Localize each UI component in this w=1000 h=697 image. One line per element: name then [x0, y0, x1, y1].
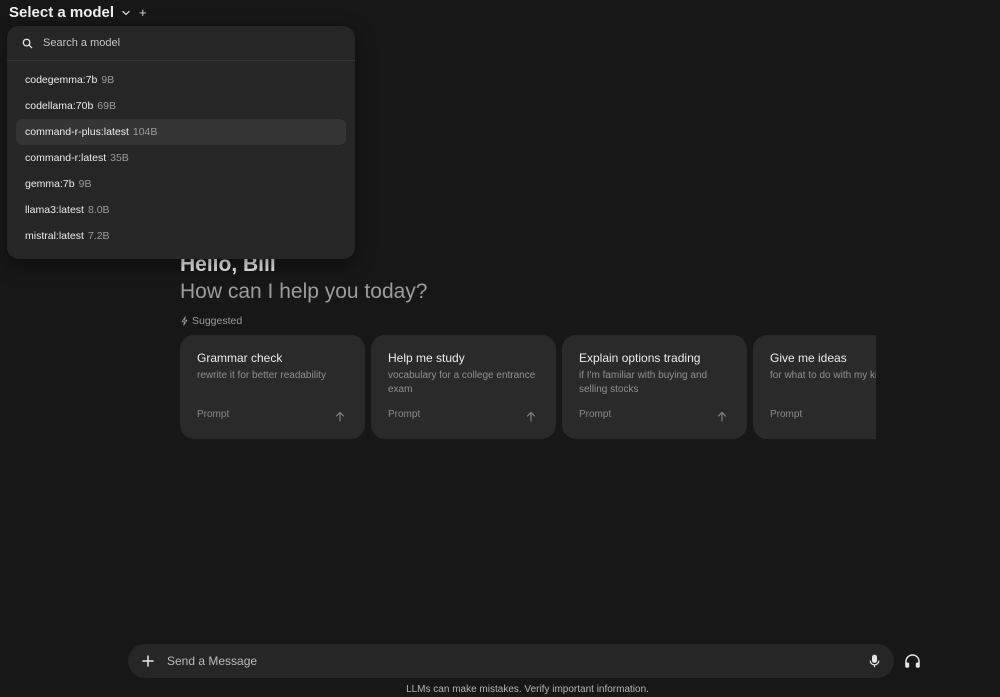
model-search: [7, 26, 355, 61]
message-input[interactable]: [165, 653, 869, 669]
model-option-size: 9B: [101, 74, 115, 86]
suggestion-card[interactable]: Explain options trading if I'm familiar …: [562, 335, 747, 439]
suggestion-card-prompt-label: Prompt: [770, 409, 803, 420]
search-icon: [22, 38, 33, 49]
bolt-icon: [180, 316, 189, 326]
model-option-name: command-r-plus:latest: [25, 126, 129, 138]
disclaimer-text: LLMs can make mistakes. Verify important…: [406, 684, 649, 695]
model-option[interactable]: command-r:latest 35B: [16, 145, 346, 171]
model-selector[interactable]: Select a model +: [9, 4, 147, 21]
suggestion-card[interactable]: Help me study vocabulary for a college e…: [371, 335, 556, 439]
suggestion-card-prompt-label: Prompt: [388, 409, 421, 420]
model-option-size: 35B: [110, 152, 129, 164]
suggestion-card-description: rewrite it for better readability: [197, 370, 326, 381]
chevron-down-icon[interactable]: [121, 8, 131, 18]
suggestion-card-title: Give me ideas: [770, 351, 847, 365]
message-composer: [128, 644, 894, 678]
model-selector-title[interactable]: Select a model: [9, 4, 114, 21]
model-option[interactable]: mistral:latest 7.2B: [16, 223, 346, 249]
suggestion-card[interactable]: Grammar check rewrite it for better read…: [180, 335, 365, 439]
suggestion-card-title: Grammar check: [197, 351, 283, 365]
model-option-name: codegemma:7b: [25, 74, 98, 86]
suggestion-card-description: for what to do with my kids' art: [770, 370, 876, 381]
model-option-size: 7.2B: [87, 230, 110, 242]
greeting: Hello, Bill How can I help you today?: [180, 252, 428, 305]
model-option-size: 8.0B: [87, 204, 110, 216]
greeting-subtitle: How can I help you today?: [180, 280, 428, 303]
model-option-highlighted[interactable]: command-r-plus:latest 104B: [16, 119, 346, 145]
plus-icon[interactable]: [141, 654, 155, 668]
model-option-name: codellama:70b: [25, 100, 94, 112]
add-model-button[interactable]: +: [139, 6, 147, 19]
model-option-size: 9B: [78, 178, 92, 190]
model-option[interactable]: codellama:70b 69B: [16, 93, 346, 119]
model-option-size: 69B: [97, 100, 116, 112]
suggestion-card-prompt-label: Prompt: [579, 409, 612, 420]
suggestion-card-prompt-label: Prompt: [197, 409, 230, 420]
model-search-input[interactable]: [41, 36, 335, 50]
suggestion-card-title: Help me study: [388, 351, 465, 365]
headphones-icon[interactable]: [904, 653, 921, 669]
model-option-name: command-r:latest: [25, 152, 107, 164]
model-option-size: 104B: [132, 126, 158, 138]
arrow-up-icon: [526, 409, 536, 427]
model-option-name: llama3:latest: [25, 204, 84, 216]
arrow-up-icon: [717, 409, 727, 427]
suggestion-card[interactable]: Give me ideas for what to do with my kid…: [753, 335, 876, 439]
suggested-label-text: Suggested: [192, 315, 243, 327]
model-option-name: mistral:latest: [25, 230, 84, 242]
model-list: codegemma:7b 9B codellama:70b 69B comman…: [7, 61, 355, 249]
model-dropdown: codegemma:7b 9B codellama:70b 69B comman…: [7, 26, 355, 259]
model-option-name: gemma:7b: [25, 178, 75, 190]
suggestion-card-description: vocabulary for a college entrance exam: [388, 370, 536, 395]
suggestion-card-title: Explain options trading: [579, 351, 701, 365]
model-option[interactable]: llama3:latest 8.0B: [16, 197, 346, 223]
suggestion-cards: Grammar check rewrite it for better read…: [180, 335, 876, 439]
microphone-icon[interactable]: [869, 654, 880, 668]
model-option[interactable]: codegemma:7b 9B: [16, 67, 346, 93]
suggested-label: Suggested: [180, 315, 242, 327]
model-option[interactable]: gemma:7b 9B: [16, 171, 346, 197]
suggestion-card-description: if I'm familiar with buying and selling …: [579, 370, 708, 395]
arrow-up-icon: [335, 409, 345, 427]
